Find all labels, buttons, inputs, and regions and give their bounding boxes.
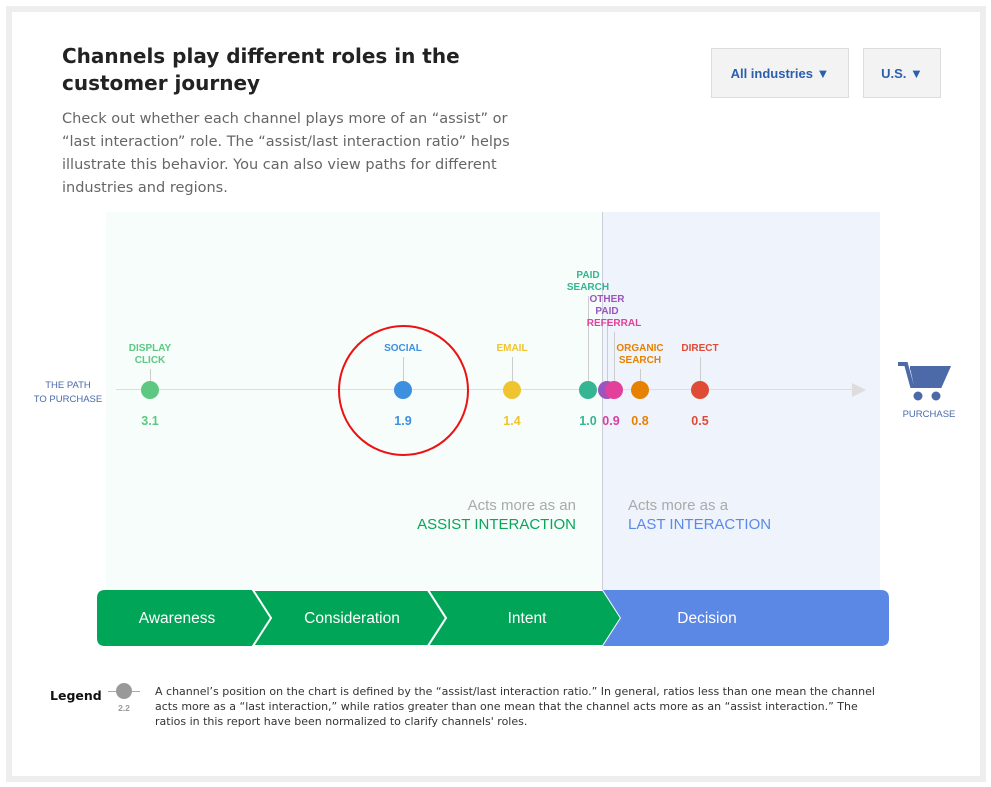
channel-stem xyxy=(700,357,701,381)
channel-value-organic: 0.8 xyxy=(631,414,649,428)
channel-value-display: 3.1 xyxy=(141,414,159,428)
legend-dot-icon xyxy=(116,683,132,699)
channel-dot-email[interactable] xyxy=(503,381,521,399)
page-description: Check out whether each channel plays mor… xyxy=(62,111,510,196)
channel-label-email: EMAIL xyxy=(496,343,528,354)
legend-sample-value: 2.2 xyxy=(118,703,130,713)
channel-label-paid: PAID SEARCH xyxy=(566,270,610,293)
channel-stem xyxy=(640,369,641,381)
industry-dropdown[interactable]: All industries ▼ xyxy=(711,48,849,98)
path-axis xyxy=(116,389,856,390)
channel-dot-organic[interactable] xyxy=(631,381,649,399)
page-title: Channels play different roles in the cus… xyxy=(62,44,460,95)
channel-dot-referral[interactable] xyxy=(605,381,623,399)
channel-stem xyxy=(150,369,151,381)
legend-text: A channel’s position on the chart is def… xyxy=(155,685,875,728)
last-role-label: Acts more as a LAST INTERACTION xyxy=(628,497,772,533)
channel-label-display: DISPLAY CLICK xyxy=(128,343,172,366)
channel-label-direct: DIRECT xyxy=(681,343,719,354)
shopping-cart-icon xyxy=(898,360,952,407)
journey-stages: Awareness Consideration Intent Decision xyxy=(97,589,889,647)
channel-value-direct: 0.5 xyxy=(691,414,709,428)
assist-role-label: Acts more as an ASSIST INTERACTION xyxy=(417,497,576,533)
channel-label-referral: REFERRAL xyxy=(586,318,642,329)
channel-label-other: OTHER PAID xyxy=(589,294,625,317)
stage-label: Intent xyxy=(507,610,547,627)
channel-stem xyxy=(512,357,513,381)
channel-value-email: 1.4 xyxy=(503,414,521,428)
highlight-circle xyxy=(338,325,469,456)
legend-title: Legend xyxy=(50,688,102,703)
stage-label: Awareness xyxy=(138,610,216,627)
stage-label: Decision xyxy=(677,610,737,627)
axis-arrow-icon xyxy=(852,383,866,397)
path-label: THE PATH TO PURCHASE xyxy=(33,380,103,405)
region-dropdown[interactable]: U.S. ▼ xyxy=(863,48,941,98)
stage-label: Consideration xyxy=(304,610,400,627)
channel-dot-paid[interactable] xyxy=(579,381,597,399)
channel-dot-display[interactable] xyxy=(141,381,159,399)
channel-dot-direct[interactable] xyxy=(691,381,709,399)
purchase-label: PURCHASE xyxy=(902,409,956,420)
